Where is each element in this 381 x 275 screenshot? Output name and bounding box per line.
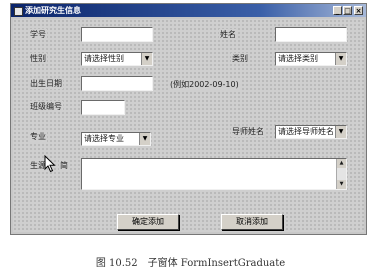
gender-select-value: 请选择性别 bbox=[84, 54, 124, 63]
cancel-add-button[interactable]: 取消添加 bbox=[221, 214, 283, 230]
chevron-down-icon[interactable]: ▼ bbox=[335, 126, 346, 138]
class-id-label: 班级编号 bbox=[29, 101, 63, 112]
student-id-label: 学号 bbox=[29, 29, 47, 40]
student-id-input[interactable] bbox=[81, 27, 153, 42]
class-id-input[interactable] bbox=[81, 100, 125, 115]
figure-caption: 图 10.52 子窗体 FormInsertGraduate bbox=[95, 258, 286, 269]
name-label: 姓名 bbox=[219, 29, 237, 40]
major-select[interactable]: 请选择专业 ▼ bbox=[81, 132, 151, 146]
gender-label: 性别 bbox=[29, 53, 47, 64]
scroll-down-icon[interactable]: ▼ bbox=[337, 180, 346, 189]
chevron-down-icon[interactable]: ▼ bbox=[139, 133, 150, 145]
advisor-label: 导师姓名 bbox=[231, 126, 265, 137]
confirm-add-button[interactable]: 确定添加 bbox=[117, 214, 179, 230]
scroll-up-icon[interactable]: ▲ bbox=[337, 159, 346, 168]
gender-select[interactable]: 请选择性别 ▼ bbox=[81, 52, 153, 66]
form-icon bbox=[14, 7, 23, 16]
minimize-button[interactable]: _ bbox=[333, 6, 342, 15]
birth-date-hint: (例如2002-09-10) bbox=[169, 79, 240, 90]
chevron-down-icon[interactable]: ▼ bbox=[335, 53, 346, 65]
window-title: 添加研究生信息 bbox=[25, 6, 81, 15]
category-select[interactable]: 请选择类别 ▼ bbox=[275, 52, 347, 66]
form-window: 添加研究生信息 _ □ × 学号 姓名 性别 请选择性别 ▼ 类别 请选择类别 … bbox=[10, 3, 367, 235]
form-client-area: 学号 姓名 性别 请选择性别 ▼ 类别 请选择类别 ▼ 出生日期 (例如2002… bbox=[13, 19, 364, 232]
category-select-value: 请选择类别 bbox=[278, 54, 318, 63]
advisor-select-value: 请选择导师姓名 bbox=[278, 127, 334, 136]
mouse-pointer-icon bbox=[44, 155, 56, 173]
close-button[interactable]: × bbox=[354, 6, 363, 15]
category-label: 类别 bbox=[231, 53, 249, 64]
chevron-down-icon[interactable]: ▼ bbox=[141, 53, 152, 65]
birth-date-input[interactable] bbox=[81, 76, 153, 91]
resume-textarea[interactable]: ▲ ▼ bbox=[81, 158, 347, 190]
maximize-button[interactable]: □ bbox=[343, 6, 352, 15]
title-bar[interactable]: 添加研究生信息 _ □ × bbox=[11, 4, 366, 17]
birth-date-label: 出生日期 bbox=[29, 78, 63, 89]
major-select-value: 请选择专业 bbox=[84, 134, 124, 143]
major-label: 专业 bbox=[29, 131, 47, 142]
resume-scrollbar[interactable]: ▲ ▼ bbox=[336, 159, 346, 189]
advisor-select[interactable]: 请选择导师姓名 ▼ bbox=[275, 125, 347, 139]
name-input[interactable] bbox=[275, 27, 347, 42]
resume-label-tail: 简 bbox=[59, 160, 69, 171]
